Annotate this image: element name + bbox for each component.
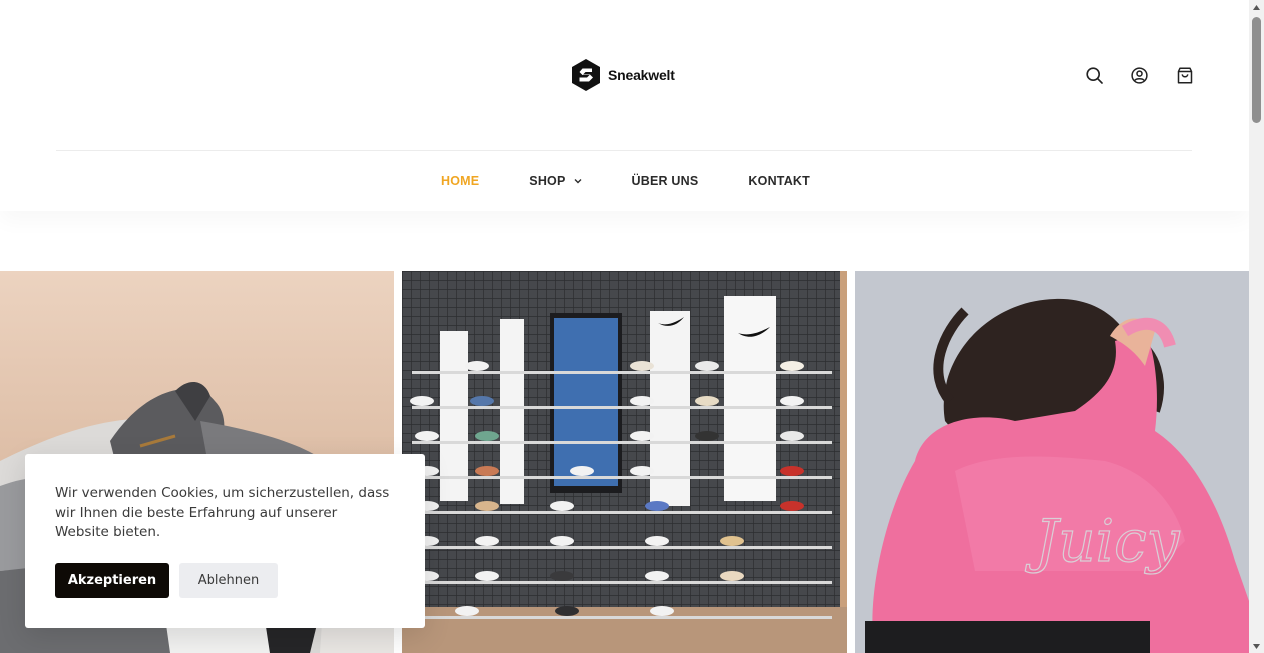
site-logo[interactable]: Sneakwelt xyxy=(572,58,675,92)
header-actions xyxy=(1085,65,1194,85)
hoodie-print-text: Juicy xyxy=(1025,507,1181,575)
scroll-up-arrow-icon[interactable] xyxy=(1249,0,1264,14)
store-photo-illustration xyxy=(402,271,847,653)
cookie-banner: Wir verwenden Cookies, um sicherzustelle… xyxy=(25,454,425,628)
nav-item-label: SHOP xyxy=(529,174,566,188)
search-icon[interactable] xyxy=(1085,65,1104,85)
chevron-down-icon xyxy=(574,179,582,184)
logo-text: Sneakwelt xyxy=(608,67,675,83)
cart-icon[interactable] xyxy=(1175,65,1194,85)
accept-cookies-button[interactable]: Akzeptieren xyxy=(55,563,169,598)
hero-image-store[interactable] xyxy=(402,271,847,653)
nav-item-label: KONTAKT xyxy=(748,174,810,188)
user-icon[interactable] xyxy=(1130,65,1149,85)
cookie-message: Wir verwenden Cookies, um sicherzustelle… xyxy=(55,485,390,540)
cookie-actions: Akzeptieren Ablehnen xyxy=(55,563,278,598)
page: Sneakwelt HOME SHOP ÜBER UNS KONTAKT Jui… xyxy=(0,0,1249,653)
page-scrollbar[interactable] xyxy=(1249,0,1264,653)
sneakwelt-logo-icon xyxy=(572,59,600,91)
nav-item-label: HOME xyxy=(440,174,480,188)
nav-item-contact[interactable]: KONTAKT xyxy=(748,174,810,188)
main-navigation: HOME SHOP ÜBER UNS KONTAKT xyxy=(0,151,1249,211)
decline-cookies-button[interactable]: Ablehnen xyxy=(179,563,278,598)
site-header: Sneakwelt HOME SHOP ÜBER UNS KONTAKT xyxy=(0,0,1249,211)
nav-item-label: ÜBER UNS xyxy=(631,174,699,188)
nav-item-shop[interactable]: SHOP xyxy=(529,174,582,188)
nav-item-about[interactable]: ÜBER UNS xyxy=(632,174,699,188)
hero-image-hoodie[interactable]: Juicy xyxy=(855,271,1249,653)
nav-item-home[interactable]: HOME xyxy=(441,174,479,188)
hoodie-photo-illustration: Juicy xyxy=(855,271,1249,653)
scrollbar-thumb[interactable] xyxy=(1252,17,1261,123)
scroll-down-arrow-icon[interactable] xyxy=(1249,639,1264,653)
